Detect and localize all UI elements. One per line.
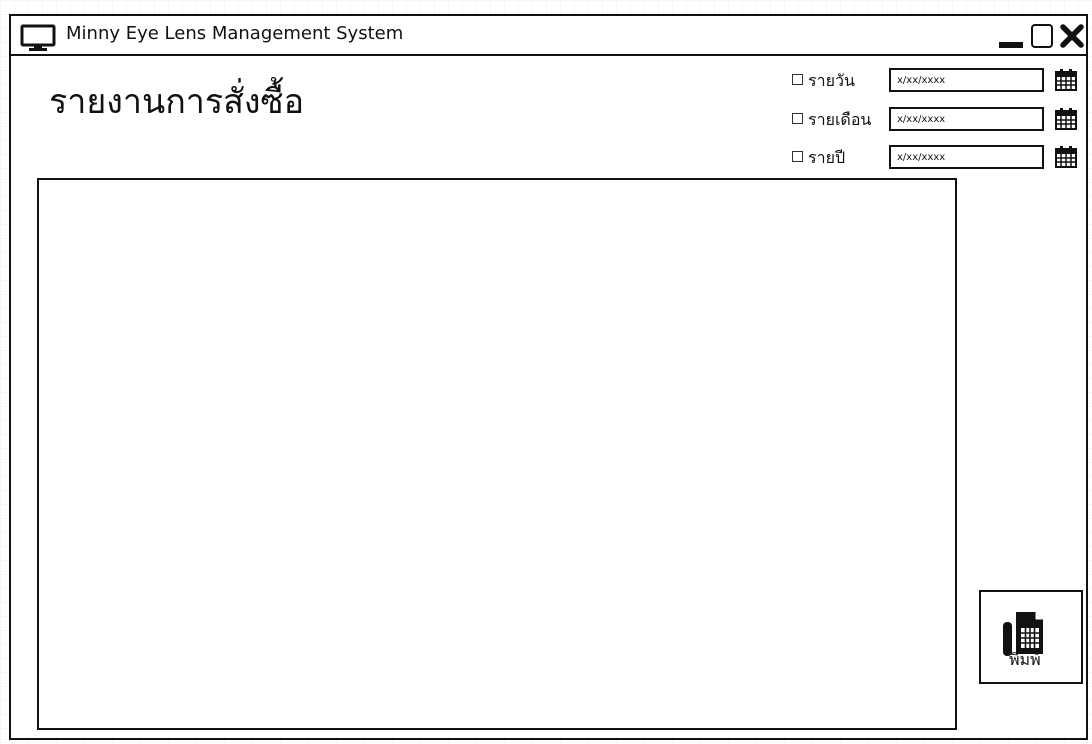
close-button[interactable] — [1059, 22, 1085, 50]
minimize-button[interactable] — [996, 22, 1024, 50]
daily-date-input[interactable] — [889, 68, 1044, 92]
monthly-label: รายเดือน — [808, 110, 872, 129]
monthly-checkbox[interactable] — [792, 113, 803, 124]
maximize-button[interactable] — [1031, 24, 1053, 48]
page: Minny Eye Lens Management System รายงานก… — [0, 0, 1092, 744]
print-button[interactable]: พิมพ์ — [979, 590, 1083, 684]
yearly-date-input[interactable] — [889, 145, 1044, 169]
print-label: พิมพ์ — [1009, 650, 1041, 669]
filter-daily: รายวัน — [789, 68, 1085, 94]
calendar-icon[interactable] — [1055, 108, 1077, 130]
yearly-label: รายปี — [808, 148, 846, 167]
app-window: Minny Eye Lens Management System รายงานก… — [9, 14, 1088, 740]
close-icon — [1060, 24, 1084, 48]
filter-yearly: รายปี — [789, 145, 1085, 171]
title-bar: Minny Eye Lens Management System — [11, 16, 1086, 56]
filter-monthly: รายเดือน — [789, 107, 1085, 133]
window-title: Minny Eye Lens Management System — [66, 23, 404, 44]
monthly-date-input[interactable] — [889, 107, 1044, 131]
daily-checkbox[interactable] — [792, 74, 803, 85]
yearly-checkbox[interactable] — [792, 151, 803, 162]
page-title: รายงานการสั่งซื้อ — [49, 82, 304, 122]
report-display-area — [37, 178, 957, 730]
calendar-icon[interactable] — [1055, 146, 1077, 168]
monitor-icon — [20, 24, 56, 51]
calendar-icon[interactable] — [1055, 69, 1077, 91]
daily-label: รายวัน — [808, 71, 855, 90]
